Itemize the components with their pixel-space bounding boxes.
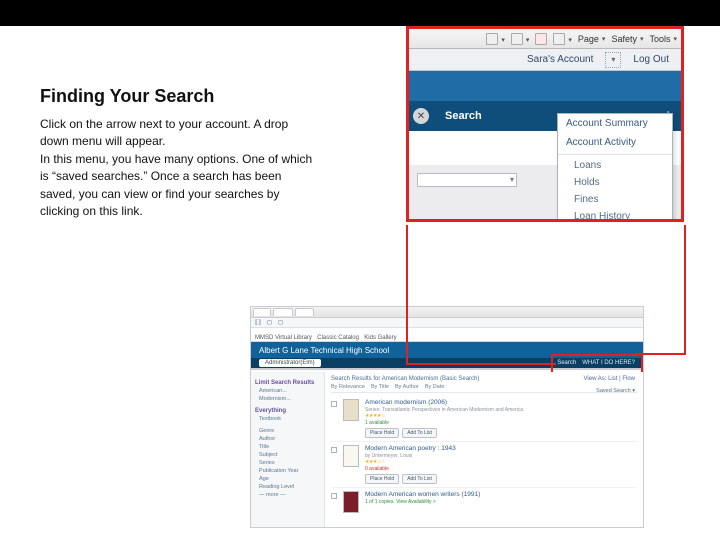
school-name: Albert G Lane Technical High School	[259, 346, 389, 355]
ie-command-bar: Page Safety Tools	[409, 29, 681, 49]
slide-top-bar	[0, 0, 720, 26]
sidebar-facet[interactable]: Publication Year	[255, 468, 320, 474]
nav-search-label[interactable]: Search	[445, 110, 482, 122]
viewas-list[interactable]: List	[608, 376, 617, 382]
add-to-list-button[interactable]: Add To List	[402, 474, 437, 484]
zoom-callout: Page Safety Tools Sara's Account ▾ Log O…	[406, 26, 684, 222]
browser-tabs	[251, 307, 643, 318]
sidebar-facet[interactable]: Subject	[255, 452, 320, 458]
result-title[interactable]: Modern American poetry : 1943	[365, 445, 637, 452]
admin-right-help[interactable]: WHAT I DO HERE?	[582, 360, 635, 366]
account-dropdown-menu: Account Summary Account Activity Loans H…	[557, 113, 673, 219]
result-availability: 1 available	[365, 420, 637, 426]
site-top-nav: MMSD Virtual Library Classic Catalog Kid…	[251, 328, 643, 342]
ie-print-icon[interactable]	[553, 33, 572, 45]
sidebar-section: Limit Search Results	[255, 380, 320, 386]
result-checkbox[interactable]	[331, 401, 337, 407]
slide-heading: Finding Your Search	[40, 86, 214, 107]
viewas-flow[interactable]: Flow	[622, 376, 635, 382]
dd-fines[interactable]: Fines	[558, 191, 672, 208]
sidebar-facet[interactable]: Reading Level	[255, 484, 320, 490]
saved-search-dropdown[interactable]: Saved Search ▾	[596, 388, 635, 394]
add-to-list-button[interactable]: Add To List	[402, 428, 437, 438]
results-main: Search Results for American Modernism (B…	[325, 372, 643, 527]
sidebar-facet[interactable]: Title	[255, 444, 320, 450]
result-availability: 0 available	[365, 466, 637, 472]
account-name[interactable]: Sara's Account	[523, 54, 597, 65]
place-hold-button[interactable]: Place Hold	[365, 428, 399, 438]
callout-line	[406, 225, 408, 365]
sidebar-item[interactable]: Modernism...	[255, 396, 320, 402]
site-link[interactable]: Kids Gallery	[364, 335, 396, 341]
sort-opt[interactable]: By Relevance	[331, 384, 365, 390]
cover-thumb[interactable]	[343, 445, 359, 467]
browser-tab[interactable]	[253, 308, 271, 316]
zoom-below: ✕ Search ch List | Flow ▾ Account Summar…	[409, 71, 681, 219]
result-checkbox[interactable]	[331, 447, 337, 453]
cover-thumb[interactable]	[343, 491, 359, 513]
sidebar-facet[interactable]: Series	[255, 460, 320, 466]
account-bar: Sara's Account ▾ Log Out	[409, 49, 681, 71]
toolbar-item[interactable]: ◻	[278, 319, 283, 326]
dropdown-input[interactable]: ▾	[417, 173, 517, 187]
result-checkbox[interactable]	[331, 493, 337, 499]
close-icon[interactable]: ✕	[413, 108, 429, 124]
sidebar-facet-more[interactable]: — more —	[255, 492, 320, 498]
place-hold-button[interactable]: Place Hold	[365, 474, 399, 484]
cover-thumb[interactable]	[343, 399, 359, 421]
header-blue-strip	[409, 71, 681, 101]
sidebar-facet[interactable]: Age	[255, 476, 320, 482]
result-stars: ★★★★☆	[365, 413, 637, 419]
sidebar-facet[interactable]: Genre	[255, 428, 320, 434]
logout-link[interactable]: Log Out	[629, 54, 673, 65]
site-link[interactable]: Classic Catalog	[317, 335, 359, 341]
sort-bar: By Relevance By Title By Author By Date	[331, 384, 637, 393]
result-row: Modern American women writers (1991) 1 o…	[331, 488, 637, 516]
account-dropdown-arrow[interactable]: ▾	[605, 52, 621, 68]
sidebar-item[interactable]: American...	[255, 388, 320, 394]
ie-page-menu[interactable]: Page	[578, 34, 606, 44]
sort-opt[interactable]: By Author	[395, 384, 419, 390]
app-screenshot: ⟦⟧ ◻ ◻ MMSD Virtual Library Classic Cata…	[250, 306, 644, 528]
result-title[interactable]: American modernism (2006)	[365, 399, 637, 406]
sort-opt[interactable]: By Title	[371, 384, 389, 390]
dd-holds[interactable]: Holds	[558, 174, 672, 191]
ie-safety-menu[interactable]: Safety	[611, 34, 643, 44]
ie-mail-icon[interactable]	[535, 33, 547, 45]
viewas: View As: List | Flow	[584, 376, 636, 382]
sidebar-item[interactable]: Textbook	[255, 416, 320, 422]
site-link[interactable]: MMSD Virtual Library	[255, 335, 312, 341]
admin-right-search[interactable]: Search	[557, 360, 576, 366]
callout-line	[636, 353, 686, 355]
admin-pill[interactable]: Administrator(Elm)	[259, 359, 321, 367]
sidebar-section: Everything	[255, 408, 320, 414]
result-row: Modern American poetry : 1943 by Unterme…	[331, 442, 637, 488]
toolbar-item[interactable]: ◻	[267, 319, 272, 326]
ie-home-icon[interactable]	[486, 33, 505, 45]
sort-opt[interactable]: By Date	[425, 384, 445, 390]
sidebar-facet[interactable]: Author	[255, 436, 320, 442]
dd-account-summary[interactable]: Account Summary	[558, 114, 672, 133]
dd-loans[interactable]: Loans	[558, 157, 672, 174]
sidebar: Limit Search Results American... Moderni…	[251, 372, 325, 527]
result-row: American modernism (2006) Series: Transa…	[331, 396, 637, 442]
toolbar-item[interactable]: ⟦⟧	[255, 319, 261, 326]
result-availability[interactable]: 1 of 1 copies. View Availability >	[365, 499, 637, 505]
dd-separator	[558, 154, 672, 155]
dd-loan-history[interactable]: Loan History	[558, 208, 672, 219]
browser-tab[interactable]	[295, 308, 313, 316]
ie-tools-menu[interactable]: Tools	[649, 34, 677, 44]
callout-line	[684, 225, 686, 355]
callout-line	[406, 363, 556, 365]
ie-feeds-icon[interactable]	[511, 33, 530, 45]
result-stars: ★★★☆☆	[365, 459, 637, 465]
school-banner: Albert G Lane Technical High School	[251, 342, 643, 358]
slide-body-text: Click on the arrow next to your account.…	[40, 116, 320, 220]
browser-toolbar: ⟦⟧ ◻ ◻	[251, 318, 643, 328]
dd-account-activity[interactable]: Account Activity	[558, 133, 672, 152]
browser-tab[interactable]	[273, 308, 293, 316]
result-title[interactable]: Modern American women writers (1991)	[365, 491, 637, 498]
